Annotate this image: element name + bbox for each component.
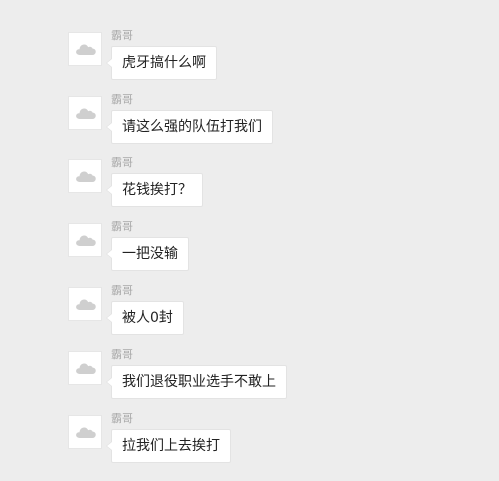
- message-bubble[interactable]: 花钱挨打？: [106, 173, 203, 207]
- chat-message: 霸哥 请这么强的队伍打我们: [0, 93, 499, 160]
- cloud-placeholder-icon: [76, 235, 96, 246]
- message-bubble[interactable]: 被人0封: [106, 301, 184, 335]
- sender-name: 霸哥: [111, 220, 133, 233]
- avatar[interactable]: [68, 223, 102, 257]
- chat-message: 霸哥 一把没输: [0, 220, 499, 287]
- cloud-placeholder-icon: [76, 363, 96, 374]
- sender-name: 霸哥: [111, 29, 133, 42]
- message-bubble[interactable]: 请这么强的队伍打我们: [106, 110, 273, 144]
- message-bubble[interactable]: 我们退役职业选手不敢上: [106, 365, 287, 399]
- sender-name: 霸哥: [111, 284, 133, 297]
- avatar[interactable]: [68, 96, 102, 130]
- message-bubble[interactable]: 虎牙搞什么啊: [106, 46, 217, 80]
- cloud-placeholder-icon: [76, 44, 96, 55]
- avatar[interactable]: [68, 159, 102, 193]
- chat-message: 霸哥 花钱挨打？: [0, 156, 499, 223]
- message-bubble[interactable]: 拉我们上去挨打: [106, 429, 231, 463]
- sender-name: 霸哥: [111, 93, 133, 106]
- cloud-placeholder-icon: [76, 108, 96, 119]
- chat-message-list: 霸哥 虎牙搞什么啊 霸哥 请这么强的队伍打我们 霸哥 花钱挨打？ 霸哥 一把没输: [0, 0, 499, 481]
- chat-message: 霸哥 虎牙搞什么啊: [0, 29, 499, 96]
- message-bubble[interactable]: 一把没输: [106, 237, 189, 271]
- chat-message: 霸哥 被人0封: [0, 284, 499, 351]
- avatar[interactable]: [68, 32, 102, 66]
- cloud-placeholder-icon: [76, 427, 96, 438]
- cloud-placeholder-icon: [76, 299, 96, 310]
- avatar[interactable]: [68, 415, 102, 449]
- chat-message: 霸哥 拉我们上去挨打: [0, 412, 499, 479]
- sender-name: 霸哥: [111, 156, 133, 169]
- chat-message: 霸哥 我们退役职业选手不敢上: [0, 348, 499, 415]
- sender-name: 霸哥: [111, 412, 133, 425]
- avatar[interactable]: [68, 287, 102, 321]
- sender-name: 霸哥: [111, 348, 133, 361]
- cloud-placeholder-icon: [76, 171, 96, 182]
- avatar[interactable]: [68, 351, 102, 385]
